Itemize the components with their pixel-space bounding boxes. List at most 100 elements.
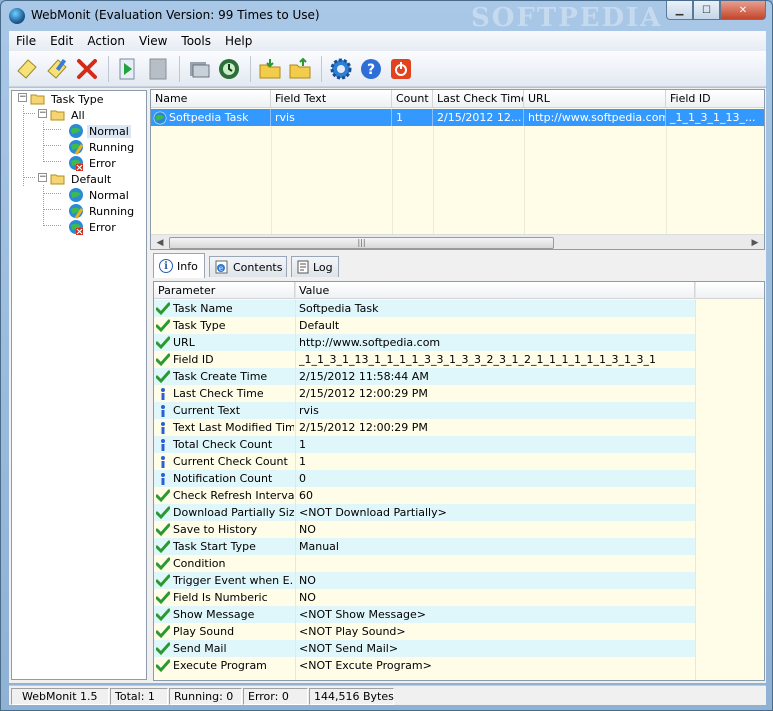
parameter-name: Execute Program — [173, 659, 267, 672]
column-header-value[interactable]: Value — [295, 282, 695, 299]
task-type-tree[interactable]: − Task Type − All Normal Running Error −… — [11, 90, 147, 680]
parameter-value: 1 — [299, 438, 306, 451]
task-field-id: _1_1_3_1_13_... — [670, 111, 756, 124]
export-button[interactable] — [286, 55, 314, 83]
task-list[interactable]: Name Field Text Count Last Check Time UR… — [150, 89, 765, 250]
tree-group-default[interactable]: Default — [50, 171, 113, 187]
table-row[interactable]: Play Sound <NOT Play Sound> — [154, 623, 695, 640]
table-row[interactable]: Notification Count 0 — [154, 470, 695, 487]
title-bar[interactable]: WebMonit (Evaluation Version: 99 Times t… — [1, 1, 772, 33]
tree-collapse-toggle[interactable]: − — [38, 109, 47, 118]
browser-page-icon: e — [215, 260, 229, 274]
check-all-button[interactable] — [185, 55, 213, 83]
parameter-value: NO — [299, 591, 316, 604]
menu-tools[interactable]: Tools — [174, 34, 218, 48]
parameter-name: Task Name — [173, 302, 233, 315]
parameter-name: Total Check Count — [173, 438, 273, 451]
parameter-name: Condition — [173, 557, 226, 570]
parameter-list[interactable]: Parameter Value Task Name Softpedia Task T… — [153, 281, 765, 681]
table-row[interactable]: Save to History NO — [154, 521, 695, 538]
minimize-button[interactable]: ▁ — [666, 1, 693, 20]
tab-info[interactable]: i Info — [153, 253, 205, 278]
checkmark-icon — [156, 506, 171, 520]
import-button[interactable] — [256, 55, 284, 83]
menu-action[interactable]: Action — [80, 34, 132, 48]
checkmark-icon — [156, 608, 171, 622]
tree-item-default-normal[interactable]: Normal — [68, 187, 131, 203]
exit-button[interactable] — [387, 55, 415, 83]
task-last-check-time: 2/15/2012 12... — [433, 109, 524, 126]
window-title: WebMonit (Evaluation Version: 99 Times t… — [31, 8, 320, 22]
checkmark-icon — [156, 336, 171, 350]
table-row[interactable]: URL http://www.softpedia.com — [154, 334, 695, 351]
column-header-url[interactable]: URL — [524, 90, 666, 108]
checkmark-icon — [156, 642, 171, 656]
check-all-icon — [190, 61, 210, 77]
table-row[interactable]: Download Partially Size <NOT Download Par… — [154, 504, 695, 521]
table-row[interactable]: Send Mail <NOT Send Mail> — [154, 640, 695, 657]
table-row[interactable]: Task Name Softpedia Task — [154, 300, 695, 317]
table-row[interactable]: Execute Program <NOT Excute Program> — [154, 657, 695, 674]
table-row[interactable]: Show Message <NOT Show Message> — [154, 606, 695, 623]
watermark-logo: SOFTPEDIA — [471, 3, 663, 33]
delete-button[interactable] — [73, 55, 101, 83]
tree-group-all[interactable]: All — [50, 107, 87, 123]
table-row[interactable]: Text Last Modified Time 2/15/2012 12:00:2… — [154, 419, 695, 436]
status-bytes: 144,516 Bytes — [309, 688, 394, 705]
tree-root[interactable]: Task Type — [30, 91, 106, 107]
stop-button[interactable] — [144, 55, 172, 83]
tree-item-default-running[interactable]: Running — [68, 203, 136, 219]
task-url: http://www.softpedia.com — [524, 109, 666, 126]
menu-view[interactable]: View — [132, 34, 174, 48]
column-header-name[interactable]: Name — [151, 90, 271, 108]
column-header-count[interactable]: Count — [392, 90, 433, 108]
table-row[interactable]: Trigger Event when E... NO — [154, 572, 695, 589]
close-button[interactable]: ✕ — [720, 1, 766, 20]
table-row[interactable]: Field Is Numberic NO — [154, 589, 695, 606]
folder-open-icon — [50, 107, 66, 123]
tree-item-default-error[interactable]: Error — [68, 219, 118, 235]
table-row[interactable]: Condition — [154, 555, 695, 572]
menu-file[interactable]: File — [9, 34, 43, 48]
scroll-left-icon[interactable]: ◀ — [152, 235, 168, 249]
check-now-button[interactable] — [215, 55, 243, 83]
table-row[interactable]: Task Type Default — [154, 317, 695, 334]
tree-item-all-running[interactable]: Running — [68, 139, 136, 155]
table-row[interactable]: Current Text rvis — [154, 402, 695, 419]
settings-button[interactable] — [327, 55, 355, 83]
start-button[interactable] — [114, 55, 142, 83]
column-header-parameter[interactable]: Parameter — [154, 282, 295, 299]
table-row[interactable]: Total Check Count 1 — [154, 436, 695, 453]
table-row[interactable]: Current Check Count 1 — [154, 453, 695, 470]
menu-help[interactable]: Help — [218, 34, 259, 48]
table-row[interactable]: Softpedia Task rvis 1 2/15/2012 12... ht… — [151, 109, 764, 126]
parameter-value: http://www.softpedia.com — [299, 336, 441, 349]
toolbar: ? — [9, 51, 766, 87]
tree-collapse-toggle[interactable]: − — [38, 173, 47, 182]
new-task-button[interactable] — [13, 55, 41, 83]
checkmark-icon — [156, 625, 171, 639]
globe-running-icon — [68, 139, 84, 155]
table-row[interactable]: Last Check Time 2/15/2012 12:00:29 PM — [154, 385, 695, 402]
table-row[interactable]: Check Refresh Interval 60 — [154, 487, 695, 504]
tree-collapse-toggle[interactable]: − — [18, 93, 27, 102]
column-header-field-text[interactable]: Field Text — [271, 90, 392, 108]
menu-edit[interactable]: Edit — [43, 34, 80, 48]
maximize-button[interactable]: ☐ — [693, 1, 720, 20]
table-row[interactable]: Field ID _1_1_3_1_13_1_1_1_1_3_3_1_3_3_2_… — [154, 351, 695, 368]
column-header-last-check-time[interactable]: Last Check Time — [433, 90, 524, 108]
edit-task-button[interactable] — [43, 55, 71, 83]
table-row[interactable]: Task Start Type Manual — [154, 538, 695, 555]
tree-item-all-normal[interactable]: Normal — [68, 123, 131, 139]
tab-log[interactable]: Log — [291, 256, 339, 277]
parameter-value: <NOT Download Partially> — [299, 506, 447, 519]
table-row[interactable]: Task Create Time 2/15/2012 11:58:44 AM — [154, 368, 695, 385]
help-button[interactable]: ? — [357, 55, 385, 83]
tree-item-all-error[interactable]: Error — [68, 155, 118, 171]
tab-contents[interactable]: e Contents — [209, 256, 287, 277]
horizontal-scrollbar[interactable]: ◀ ||| ▶ — [151, 234, 764, 249]
scroll-right-icon[interactable]: ▶ — [747, 235, 763, 249]
checkmark-icon — [156, 319, 171, 333]
scrollbar-thumb[interactable]: ||| — [169, 237, 554, 249]
column-header-field-id[interactable]: Field ID — [666, 90, 764, 108]
